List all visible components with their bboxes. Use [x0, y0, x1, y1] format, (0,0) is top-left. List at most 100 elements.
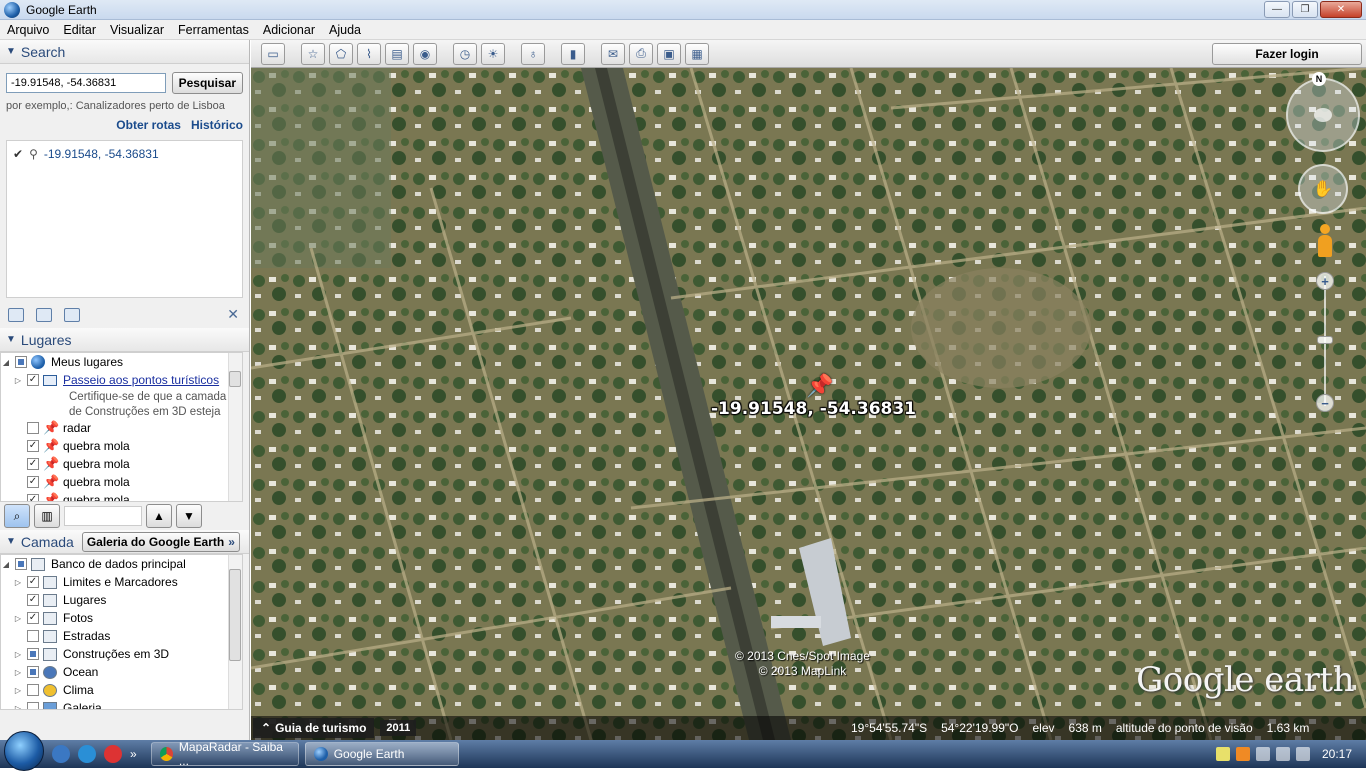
- places-filter-input[interactable]: [64, 506, 142, 526]
- layer-item[interactable]: Estradas: [1, 627, 242, 645]
- save-image-icon[interactable]: ▣: [657, 42, 681, 65]
- clock[interactable]: 20:17: [1322, 747, 1352, 761]
- search-input[interactable]: [6, 73, 166, 93]
- search-header[interactable]: ▼ Search: [0, 40, 249, 64]
- checkbox[interactable]: [27, 702, 39, 709]
- quick-launch-icon[interactable]: [52, 745, 70, 763]
- menu-editar[interactable]: Editar: [56, 23, 103, 37]
- scrollbar-thumb[interactable]: [229, 371, 241, 387]
- places-header[interactable]: ▼ Lugares: [0, 328, 249, 352]
- expand-right-icon[interactable]: ▷: [13, 668, 23, 677]
- menu-ferramentas[interactable]: Ferramentas: [171, 23, 256, 37]
- checkbox[interactable]: ✓: [27, 494, 39, 501]
- checkbox[interactable]: ✓: [27, 374, 39, 386]
- checkbox[interactable]: ✓: [27, 458, 39, 470]
- checkbox[interactable]: [27, 630, 39, 642]
- layer-item[interactable]: ▷ Galeria: [1, 699, 242, 709]
- clear-search-icon[interactable]: ✕: [227, 306, 239, 323]
- expand-right-icon[interactable]: ▷: [13, 686, 23, 695]
- menu-ajuda[interactable]: Ajuda: [322, 23, 368, 37]
- add-image-overlay-icon[interactable]: ▤: [385, 42, 409, 65]
- street-view-pegman-icon[interactable]: [1318, 224, 1332, 260]
- sidebar-toggle-icon[interactable]: ▭: [261, 42, 285, 65]
- add-path-icon[interactable]: ⌇: [357, 42, 381, 65]
- layer-item[interactable]: ▷ ✓ Limites e Marcadores: [1, 573, 242, 591]
- expand-right-icon[interactable]: ▷: [13, 614, 23, 623]
- expand-down-icon[interactable]: ◢: [1, 560, 11, 569]
- tree-item-radar[interactable]: 📌 radar: [1, 419, 242, 437]
- minimize-button[interactable]: —: [1264, 1, 1290, 18]
- expand-right-icon[interactable]: ▷: [13, 578, 23, 587]
- checkbox[interactable]: ✓: [27, 594, 39, 606]
- layer-item[interactable]: ▷ Clima: [1, 681, 242, 699]
- speaker-icon[interactable]: [1295, 747, 1310, 761]
- checkbox[interactable]: ✓: [27, 576, 39, 588]
- record-tour-icon[interactable]: ◉: [413, 42, 437, 65]
- map-view[interactable]: 📌 -19.91548, -54.36831 © 2013 Cnes/Spot …: [251, 68, 1366, 740]
- network-icon[interactable]: [1255, 747, 1270, 761]
- zoom-in-icon[interactable]: +: [1316, 272, 1334, 290]
- tree-item-quebra-mola[interactable]: ✓ 📌 quebra mola: [1, 473, 242, 491]
- look-joystick[interactable]: [1286, 78, 1360, 152]
- checkbox[interactable]: [15, 558, 27, 570]
- checkbox[interactable]: [27, 684, 39, 696]
- more-quick-launch-icon[interactable]: »: [130, 747, 137, 761]
- maximize-button[interactable]: ❐: [1292, 1, 1318, 18]
- menu-arquivo[interactable]: Arquivo: [0, 23, 56, 37]
- taskbar-item-chrome[interactable]: MapaRadar - Saiba ...: [150, 740, 299, 768]
- email-icon[interactable]: ✉: [601, 42, 625, 65]
- add-polygon-icon[interactable]: ⬠: [329, 42, 353, 65]
- print-icon[interactable]: ⎙: [629, 42, 653, 65]
- ruler-icon[interactable]: ▮: [561, 42, 585, 65]
- zoom-out-icon[interactable]: −: [1316, 394, 1334, 412]
- layer-item[interactable]: ▷ Construções em 3D: [1, 645, 242, 663]
- expand-down-icon[interactable]: ◢: [1, 358, 11, 367]
- move-joystick[interactable]: ✋: [1298, 164, 1348, 214]
- login-button[interactable]: Fazer login: [1212, 43, 1362, 65]
- tree-item-tour[interactable]: ▷ ✓ Passeio aos pontos turísticos: [1, 371, 242, 389]
- search-places-icon[interactable]: ⌕: [4, 504, 30, 528]
- print-icon[interactable]: [64, 308, 80, 322]
- layers-header[interactable]: ▼ Camada Galeria do Google Earth »: [0, 530, 249, 554]
- layer-item[interactable]: ▷ Ocean: [1, 663, 242, 681]
- internet-explorer-icon[interactable]: [78, 745, 96, 763]
- layers-scrollbar[interactable]: [228, 555, 242, 709]
- tour-guide-button[interactable]: ⌃ Guia de turismo: [253, 718, 375, 738]
- save-to-places-icon[interactable]: [8, 308, 24, 322]
- placemark-label[interactable]: -19.91548, -54.36831: [711, 399, 916, 419]
- layer-item[interactable]: ▷ ✓ Fotos: [1, 609, 242, 627]
- tray-icon[interactable]: [1215, 747, 1230, 761]
- tray-icon[interactable]: [1235, 747, 1250, 761]
- taskbar-item-google-earth[interactable]: Google Earth: [304, 742, 459, 766]
- search-result-item[interactable]: ✔ ⚲ -19.91548, -54.36831: [13, 147, 236, 161]
- north-indicator[interactable]: N: [1312, 72, 1326, 86]
- placemark-pushpin-icon[interactable]: 📌: [806, 373, 833, 399]
- checkbox[interactable]: [27, 666, 39, 678]
- expand-right-icon[interactable]: ▷: [13, 376, 23, 385]
- sunlight-icon[interactable]: ☀: [481, 42, 505, 65]
- directions-link[interactable]: Obter rotas: [116, 118, 181, 132]
- move-up-icon[interactable]: ▲: [146, 504, 172, 528]
- tree-item-quebra-mola[interactable]: ✓ 📌 quebra mola: [1, 437, 242, 455]
- expand-right-icon[interactable]: ▷: [13, 650, 23, 659]
- planets-icon[interactable]: ♁: [521, 42, 545, 65]
- historical-imagery-icon[interactable]: ◷: [453, 42, 477, 65]
- checkbox[interactable]: ✓: [27, 440, 39, 452]
- scrollbar-thumb[interactable]: [229, 569, 241, 661]
- menu-adicionar[interactable]: Adicionar: [256, 23, 322, 37]
- history-link[interactable]: Histórico: [191, 118, 243, 132]
- tree-item-quebra-mola[interactable]: ✓ 📌 quebra mola: [1, 491, 242, 501]
- view-in-maps-icon[interactable]: ▦: [685, 42, 709, 65]
- tree-item-quebra-mola[interactable]: ✓ 📌 quebra mola: [1, 455, 242, 473]
- layer-item[interactable]: ✓ Lugares: [1, 591, 242, 609]
- checkbox[interactable]: [15, 356, 27, 368]
- layer-root[interactable]: ◢ Banco de dados principal: [1, 555, 242, 573]
- app-quick-icon[interactable]: [104, 745, 122, 763]
- start-button-icon[interactable]: [4, 731, 44, 771]
- move-down-icon[interactable]: ▼: [176, 504, 202, 528]
- menu-visualizar[interactable]: Visualizar: [103, 23, 171, 37]
- earth-gallery-button[interactable]: Galeria do Google Earth »: [81, 531, 240, 552]
- places-scrollbar[interactable]: [228, 353, 242, 501]
- search-button[interactable]: Pesquisar: [171, 72, 243, 94]
- tree-item-my-places[interactable]: ◢ Meus lugares: [1, 353, 242, 371]
